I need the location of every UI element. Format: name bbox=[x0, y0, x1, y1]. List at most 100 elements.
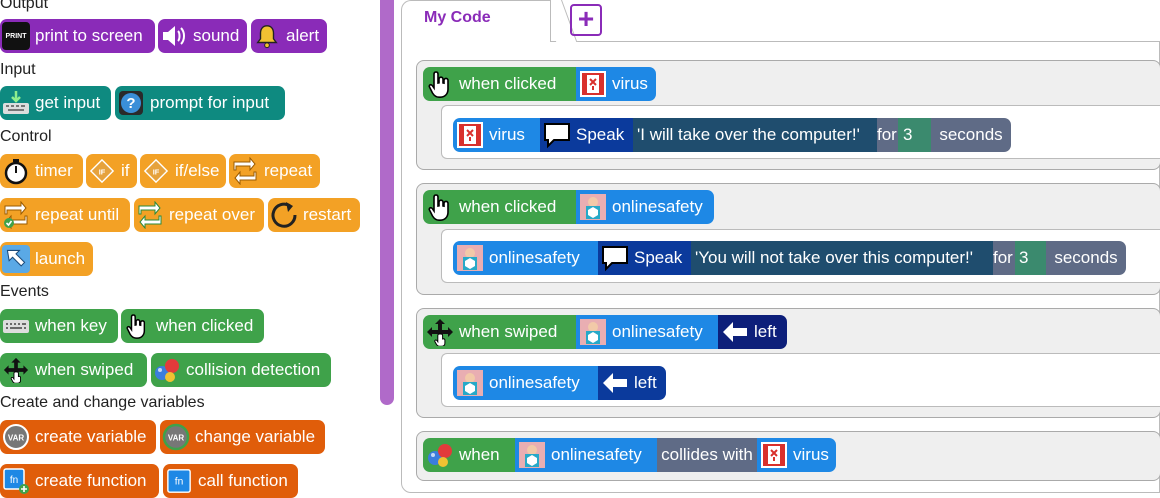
action-sprite-onlinesafety[interactable]: onlinesafety bbox=[453, 366, 598, 400]
when-swiped-block[interactable]: when swiped bbox=[0, 353, 147, 387]
direction-left[interactable]: left bbox=[718, 315, 787, 349]
speak-label: Speak bbox=[576, 125, 625, 144]
onlinesafety-sprite-icon bbox=[579, 193, 607, 221]
duration-input[interactable]: 3 bbox=[1015, 241, 1046, 275]
sprite-onlinesafety[interactable]: onlinesafety bbox=[515, 438, 657, 472]
if-else-label: if/else bbox=[175, 161, 220, 180]
get-input-block[interactable]: get input bbox=[0, 86, 111, 120]
timer-label: timer bbox=[35, 161, 73, 180]
target-label: virus bbox=[793, 445, 829, 464]
timer-block[interactable]: timer bbox=[0, 154, 83, 188]
event-when-clicked[interactable]: when clicked bbox=[423, 67, 576, 101]
script-1[interactable]: when clicked virus virus Speak 'I will t… bbox=[416, 60, 1160, 170]
get-input-label: get input bbox=[35, 93, 101, 112]
repeat-icon bbox=[231, 157, 259, 185]
for-label: for bbox=[877, 118, 898, 152]
action-sprite-label: virus bbox=[489, 125, 525, 144]
category-input: Input bbox=[0, 61, 36, 78]
speak-command[interactable]: Speak bbox=[540, 118, 633, 152]
repeat-over-block[interactable]: repeat over bbox=[134, 198, 264, 232]
category-output: Output bbox=[0, 0, 49, 12]
create-variable-block[interactable]: VAR create variable bbox=[0, 420, 156, 454]
sprite-label: virus bbox=[612, 74, 648, 93]
launch-arrow-icon bbox=[2, 245, 30, 273]
restart-block[interactable]: restart bbox=[268, 198, 360, 232]
when-swiped-label: when swiped bbox=[35, 360, 134, 379]
repeat-label: repeat bbox=[264, 161, 313, 180]
action-sprite-virus[interactable]: virus bbox=[453, 118, 540, 152]
event-when-clicked[interactable]: when clicked bbox=[423, 190, 576, 224]
for-label: for bbox=[993, 241, 1015, 275]
virus-sprite-icon bbox=[456, 121, 484, 149]
speak-label: Speak bbox=[634, 248, 683, 267]
hand-pointer-icon bbox=[123, 312, 151, 340]
print-label: print to screen bbox=[35, 26, 143, 45]
sprite-onlinesafety[interactable]: onlinesafety bbox=[576, 190, 714, 224]
sound-block[interactable]: sound bbox=[158, 19, 247, 53]
speak-text-input[interactable]: 'I will take over the computer!' bbox=[633, 118, 877, 152]
create-variable-label: create variable bbox=[35, 427, 147, 446]
when-key-block[interactable]: when key bbox=[0, 309, 118, 343]
sprite-virus[interactable]: virus bbox=[576, 67, 656, 101]
category-control: Control bbox=[0, 128, 52, 145]
script-2[interactable]: when clicked onlinesafety onlinesafety S… bbox=[416, 183, 1160, 295]
script-4[interactable]: when onlinesafety collides with virus bbox=[416, 431, 1160, 481]
speak-text-input[interactable]: 'You will not take over this computer!' bbox=[691, 241, 993, 275]
action-sprite-label: onlinesafety bbox=[489, 373, 580, 392]
speech-bubble-icon bbox=[601, 244, 629, 272]
target-sprite-virus[interactable]: virus bbox=[757, 438, 836, 472]
duration-input[interactable]: 3 bbox=[898, 118, 931, 152]
onlinesafety-sprite-icon bbox=[518, 441, 546, 469]
palette-scrollbar[interactable] bbox=[380, 0, 394, 405]
restart-icon bbox=[270, 201, 298, 229]
event-when-swiped[interactable]: when swiped bbox=[423, 315, 576, 349]
direction-label: left bbox=[754, 322, 777, 341]
var-change-icon: VAR bbox=[162, 423, 190, 451]
seconds-label: seconds bbox=[931, 118, 1011, 152]
sprite-label: onlinesafety bbox=[612, 197, 703, 216]
event-label: when clicked bbox=[459, 197, 557, 216]
repeat-until-icon bbox=[2, 201, 30, 229]
if-else-block[interactable]: IF if/else bbox=[140, 154, 226, 188]
print-to-screen-block[interactable]: PRINT print to screen bbox=[0, 19, 155, 53]
add-tab-button[interactable]: + bbox=[570, 4, 602, 36]
hand-pointer-icon bbox=[426, 193, 454, 221]
svg-text:?: ? bbox=[126, 95, 135, 112]
action-sprite-onlinesafety[interactable]: onlinesafety bbox=[453, 241, 598, 275]
colliding-balls-icon bbox=[426, 441, 454, 469]
when-clicked-label: when clicked bbox=[156, 316, 254, 335]
when-clicked-block[interactable]: when clicked bbox=[121, 309, 264, 343]
onlinesafety-sprite-icon bbox=[456, 244, 484, 272]
arrow-left-icon bbox=[721, 318, 749, 346]
virus-sprite-icon bbox=[760, 441, 788, 469]
change-variable-block[interactable]: VAR change variable bbox=[160, 420, 325, 454]
event-label: when swiped bbox=[459, 322, 558, 341]
move-left-command[interactable]: left bbox=[598, 366, 666, 400]
code-canvas[interactable]: when clicked virus virus Speak 'I will t… bbox=[401, 41, 1160, 493]
launch-block[interactable]: launch bbox=[0, 242, 93, 276]
sprite-label: onlinesafety bbox=[551, 445, 642, 464]
tab-my-code[interactable]: My Code bbox=[401, 0, 551, 42]
create-function-label: create function bbox=[35, 471, 147, 490]
function-icon: fn bbox=[165, 467, 193, 495]
when-key-label: when key bbox=[35, 316, 107, 335]
alert-block[interactable]: alert bbox=[251, 19, 327, 53]
collision-detection-block[interactable]: collision detection bbox=[151, 353, 331, 387]
svg-text:IF: IF bbox=[99, 167, 106, 176]
script-3[interactable]: when swiped onlinesafety left onlinesafe… bbox=[416, 308, 1160, 418]
move-arrows-icon bbox=[2, 356, 30, 384]
action-sprite-label: onlinesafety bbox=[489, 248, 580, 267]
prompt-for-input-block[interactable]: ? prompt for input bbox=[115, 86, 285, 120]
sprite-label: onlinesafety bbox=[612, 322, 703, 341]
event-when-collides[interactable]: when bbox=[423, 438, 515, 472]
svg-text:IF: IF bbox=[153, 167, 160, 176]
onlinesafety-sprite-icon bbox=[579, 318, 607, 346]
sound-label: sound bbox=[193, 26, 240, 45]
sprite-onlinesafety[interactable]: onlinesafety bbox=[576, 315, 718, 349]
repeat-block[interactable]: repeat bbox=[229, 154, 320, 188]
if-block[interactable]: IF if bbox=[86, 154, 137, 188]
speaker-icon bbox=[160, 22, 188, 50]
onlinesafety-sprite-icon bbox=[456, 369, 484, 397]
repeat-until-block[interactable]: repeat until bbox=[0, 198, 130, 232]
speak-command[interactable]: Speak bbox=[598, 241, 691, 275]
